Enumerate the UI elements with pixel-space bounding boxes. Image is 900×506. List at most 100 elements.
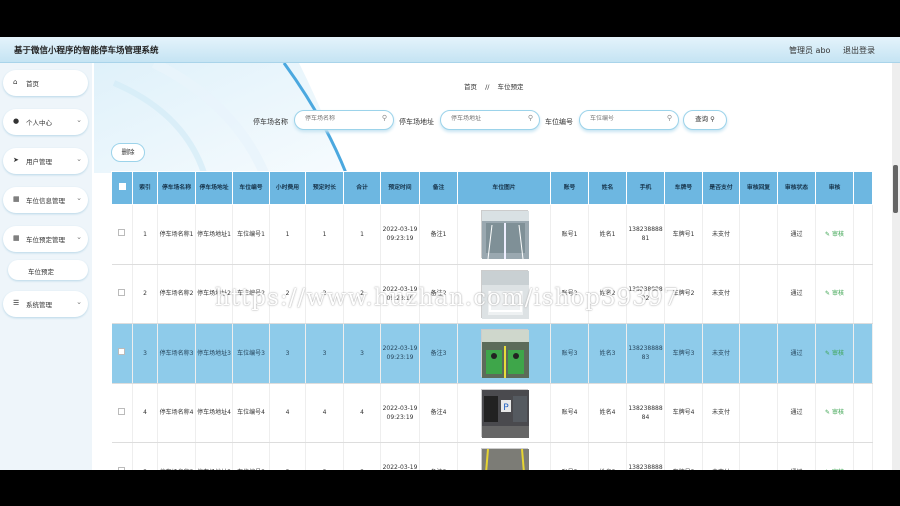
sidebar-item-reservation-management[interactable]: ▦ 车位预定管理 ⌄ [3,226,88,252]
table-row[interactable]: 3 停车场名称3 停车场地址3 车位编号3 3 3 3 2022-03-19 09:23:19… [111,323,873,384]
cell-uname: 姓名1 [588,204,627,265]
reservation-table: 索引 停车场名称 停车场地址 车位编号 小时费用 预定时长 合计 预定时间 备注… [111,171,873,470]
edit-icon: ✎ [825,409,831,417]
table-row[interactable]: 5停车场名称5停车场地址5车位编号55552022-03-19 09:23:19… [111,442,873,470]
breadcrumb-separator: // [485,83,490,91]
sidebar-item-label: 用户管理 [26,158,52,166]
delete-button[interactable]: 删除 [111,143,145,162]
audit-link-label: 审核 [831,409,844,417]
row-select-cell[interactable] [111,204,133,265]
breadcrumb-current: 车位预定 [497,83,524,91]
lot-address-input[interactable] [451,115,521,122]
lot-name-field[interactable]: ⚲ [294,110,394,130]
sidebar-item-home[interactable]: ⌂ 首页 [3,70,88,96]
audit-link[interactable]: ✎ 审核 [825,290,844,297]
cell-name: 停车场名称1 [157,204,196,265]
main-content: 首页 // 车位预定 停车场名称 ⚲ 停车场地址 ⚲ 车位编号 ⚲ 查询 ⚲ 删… [94,63,895,470]
cell-action[interactable]: ✎ 审核 [815,204,854,265]
cell-action[interactable]: ✎ 审核 [815,383,854,443]
sidebar-item-personal-center[interactable]: ● 个人中心 ⌄ [3,109,88,135]
cell-remark: 备注5 [419,442,458,470]
lot-address-field[interactable]: ⚲ [440,110,540,130]
row-select-cell[interactable] [111,383,133,443]
sidebar-item-user-management[interactable]: ➤ 用户管理 ⌄ [3,148,88,174]
cell-blank [853,323,873,384]
sidebar-item-system[interactable]: ☰ 系统管理 ⌄ [3,291,88,317]
cell-action[interactable]: ✎ 审核 [815,323,854,384]
row-select-cell[interactable] [111,264,133,324]
audit-link[interactable]: ✎ 审核 [825,350,844,357]
cell-space: 车位编号3 [232,323,270,384]
cell-fee: 5 [269,442,306,470]
cell-total: 3 [343,323,381,384]
space-number-input[interactable] [590,115,660,122]
row-checkbox[interactable] [118,407,126,415]
row-checkbox[interactable] [118,229,126,237]
sidebar-subitem-label: 车位预定 [28,268,54,276]
search-icon: ⚲ [710,115,715,123]
parking-space-photo [480,210,529,260]
top-bar: 基于微信小程序的智能停车场管理系统 管理员 abo 退出登录 [0,37,900,63]
scrollbar-track[interactable] [892,63,900,470]
cell-uname: 姓名5 [588,442,627,470]
column-header: 审核回复 [739,171,778,205]
audit-link[interactable]: ✎ 审核 [825,231,844,238]
space-number-field[interactable]: ⚲ [579,110,679,130]
audit-link[interactable]: ✎ 审核 [825,469,844,470]
audit-link[interactable]: ✎ 审核 [825,409,844,416]
cell-uname: 姓名4 [588,383,627,443]
column-header: 审核状态 [777,171,816,205]
cell-blank [853,442,873,470]
cell-hours: 5 [305,442,344,470]
cell-blank [853,264,873,324]
cell-paid: 未支付 [702,264,740,324]
cell-total: 1 [343,204,381,265]
select-all-checkbox[interactable] [118,182,126,190]
cell-paid: 未支付 [702,383,740,443]
breadcrumb-home[interactable]: 首页 [464,83,477,91]
row-checkbox[interactable] [118,467,126,470]
select-all-cell[interactable] [111,171,133,205]
table-row[interactable]: 1 停车场名称1 停车场地址1 车位编号1 1 1 1 2022-03-19 09:23:19… [111,204,873,265]
lot-name-input[interactable] [305,115,375,122]
cell-photo [457,204,551,265]
chevron-down-icon: ⌄ [76,233,82,241]
parking-space-photo [480,329,529,379]
cell-total: 4 [343,383,381,443]
sidebar-item-label: 个人中心 [26,119,52,127]
search-icon: ⚲ [666,114,672,122]
column-header: 手机 [626,171,665,205]
lot-name-label: 停车场名称 [253,118,288,126]
cell-account: 账号5 [550,442,589,470]
row-checkbox[interactable] [118,288,126,296]
column-header: 合计 [343,171,381,205]
cell-action[interactable]: ✎ 审核 [815,264,854,324]
sidebar-subitem-reservation[interactable]: 车位预定 [8,260,88,280]
cell-blank [853,383,873,443]
cell-fee: 4 [269,383,306,443]
cell-hours: 4 [305,383,344,443]
row-checkbox[interactable] [118,348,126,356]
cell-paid: 未支付 [702,323,740,384]
cell-remark: 备注1 [419,204,458,265]
cell-uname: 姓名3 [588,323,627,384]
cell-paid: 未支付 [702,204,740,265]
home-icon: ⌂ [13,78,18,86]
cell-plate: 车牌号1 [664,204,703,265]
cell-action[interactable]: ✎ 审核 [815,442,854,470]
space-number-label: 车位编号 [545,118,573,126]
scrollbar-thumb[interactable] [893,165,898,213]
cell-idx: 2 [132,264,158,324]
row-select-cell[interactable] [111,442,133,470]
app-window: 基于微信小程序的智能停车场管理系统 管理员 abo 退出登录 ⌂ 首页 ● 个人… [0,37,900,470]
logout-link[interactable]: 退出登录 [843,45,875,56]
sidebar-item-label: 系统管理 [26,301,52,309]
row-select-cell[interactable] [111,323,133,384]
audit-link-label: 审核 [832,469,844,470]
cell-idx: 5 [132,442,158,470]
sidebar-item-space-info[interactable]: ▦ 车位信息管理 ⌄ [3,187,88,213]
column-header: 车牌号 [664,171,703,205]
table-row[interactable]: 4 停车场名称4 停车场地址4 车位编号4 4 4 4 2022-03-19 09:23:19… [111,383,873,443]
query-button[interactable]: 查询 ⚲ [683,110,727,130]
cell-hours: 3 [305,323,344,384]
